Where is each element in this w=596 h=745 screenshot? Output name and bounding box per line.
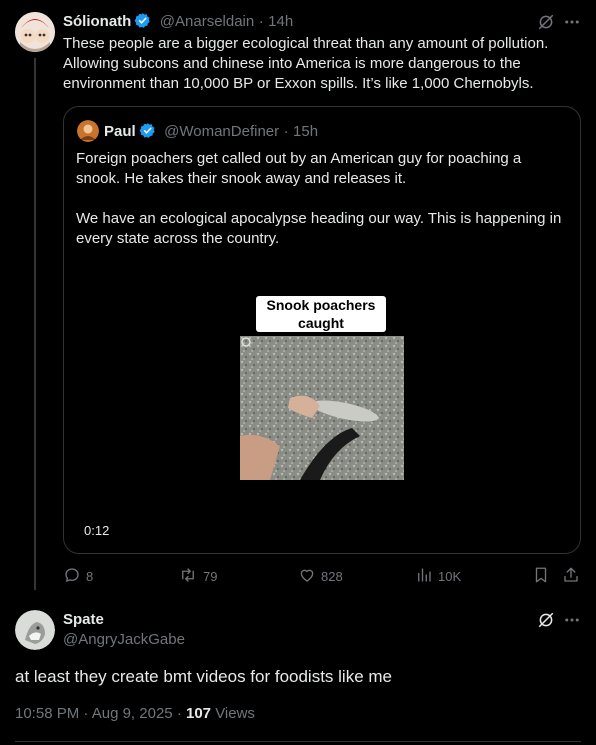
verified-badge-icon [134,12,151,34]
video-caption: Snook poachers caught [256,296,386,332]
reply-count: 8 [86,569,94,584]
reply-date[interactable]: Aug 9, 2025 [92,705,173,722]
header-separator: · [258,13,264,30]
views-button[interactable]: 10K [415,566,461,587]
reply-header: Spate @AngryJackGabe [63,611,185,648]
quoted-tweet-card[interactable]: Paul @WomanDefiner · 15h Foreign poacher… [63,106,581,554]
author-name[interactable]: Sólionath [63,13,131,30]
quote-author-avatar [77,120,99,142]
quote-time: 15h [293,123,319,140]
reply-meta: 10:58 PM · Aug 9, 2025 · 107 Views [15,705,255,722]
quote-header: Paul @WomanDefiner · 15h [104,122,318,144]
bookmark-button[interactable] [532,566,550,587]
reply-author-name[interactable]: Spate [63,611,185,628]
repost-button[interactable]: 79 [178,566,217,587]
author-handle[interactable]: @Anarseldain [160,13,254,30]
reply-author-avatar[interactable] [15,610,55,650]
repost-count: 79 [203,569,218,584]
quote-text: Foreign poachers get called out by an Am… [76,150,562,247]
tweet-text: These people are a bigger ecological thr… [63,35,549,92]
grok-icon[interactable] [537,611,555,629]
grok-icon[interactable] [537,13,555,31]
reply-views-count: 107 [185,705,212,722]
tweet-action-bar: 8 79 828 10K [63,566,583,588]
share-icon [562,566,580,587]
reply-author-handle[interactable]: @AngryJackGabe [63,631,185,648]
quote-author-name: Paul [104,123,136,140]
analytics-icon [415,566,433,587]
reply-button[interactable]: 8 [63,566,93,587]
tweet-time[interactable]: 14h [268,13,293,30]
thread-connector-line [34,58,36,590]
meta-separator: · [83,705,89,722]
views-count: 10K [438,569,462,584]
more-options-icon[interactable] [563,611,581,629]
header-separator: · [283,123,289,140]
verified-badge-icon [139,122,156,144]
more-options-icon[interactable] [563,13,581,31]
video-duration: 0:12 [84,523,110,538]
bookmark-icon [532,566,550,587]
reply-views-label: Views [215,705,255,722]
share-button[interactable] [562,566,580,587]
like-button[interactable]: 828 [298,566,343,587]
reply-text: at least they create bmt videos for food… [15,667,393,686]
reply-icon [63,566,81,587]
quote-author-handle: @WomanDefiner [164,123,280,140]
tweet-header: Sólionath @Anarseldain · 14h [63,12,293,32]
video-thumbnail[interactable] [240,336,404,480]
meta-separator: · [176,705,182,722]
divider [15,741,581,742]
heart-icon [298,566,316,587]
reply-time[interactable]: 10:58 PM [15,705,79,722]
author-avatar[interactable] [15,12,55,52]
repost-icon [178,566,198,587]
like-count: 828 [321,569,343,584]
